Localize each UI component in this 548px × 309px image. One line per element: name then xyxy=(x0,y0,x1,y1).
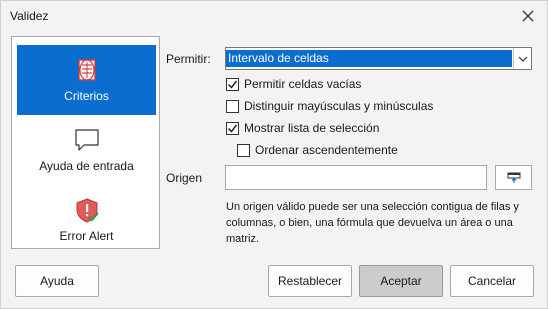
sort-ascending-label: Ordenar ascendentemente xyxy=(255,143,398,157)
allow-empty-checkbox[interactable]: Permitir celdas vacías xyxy=(226,77,361,91)
chevron-down-icon[interactable] xyxy=(513,48,531,69)
show-list-label: Mostrar lista de selección xyxy=(244,121,380,135)
error-shield-icon xyxy=(74,197,100,223)
criteria-list-icon xyxy=(74,57,100,83)
ok-button[interactable]: Aceptar xyxy=(359,265,443,297)
validity-dialog: Validez Criterios Ayuda de entrada Error… xyxy=(0,0,548,309)
source-input[interactable] xyxy=(225,165,487,190)
tab-error-alert[interactable]: Error Alert xyxy=(17,185,156,255)
window-title: Validez xyxy=(10,9,49,23)
allow-dropdown[interactable]: Intervalo de celdas xyxy=(225,47,532,70)
tab-error-alert-label: Error Alert xyxy=(59,229,114,243)
shrink-button[interactable] xyxy=(495,165,532,190)
allow-label: Permitir: xyxy=(166,52,211,66)
show-list-checkbox[interactable]: Mostrar lista de selección xyxy=(226,121,379,135)
close-button[interactable] xyxy=(517,6,539,26)
tab-criteria[interactable]: Criterios xyxy=(17,45,156,115)
tab-input-help[interactable]: Ayuda de entrada xyxy=(17,115,156,185)
checkbox-box[interactable] xyxy=(237,143,250,157)
checkbox-box[interactable] xyxy=(226,99,239,113)
source-help-text: Un origen válido puede ser una selección… xyxy=(226,201,519,245)
checkmark-icon xyxy=(227,124,238,133)
tab-input-help-label: Ayuda de entrada xyxy=(39,159,134,173)
case-sensitive-label: Distinguir mayúsculas y minúsculas xyxy=(244,99,434,113)
tab-criteria-label: Criterios xyxy=(64,89,109,103)
cancel-button[interactable]: Cancelar xyxy=(450,265,534,297)
title-bar: Validez xyxy=(1,1,547,31)
allow-empty-label: Permitir celdas vacías xyxy=(244,77,362,91)
close-icon xyxy=(522,10,534,22)
sort-ascending-checkbox[interactable]: Ordenar ascendentemente xyxy=(237,143,398,157)
source-label: Origen xyxy=(166,171,203,185)
checkbox-box[interactable] xyxy=(226,121,239,135)
allow-dropdown-value: Intervalo de celdas xyxy=(226,50,512,67)
reset-button[interactable]: Restablecer xyxy=(268,265,352,297)
help-button[interactable]: Ayuda xyxy=(15,265,99,297)
tab-list: Criterios Ayuda de entrada Error Alert xyxy=(11,36,160,249)
shrink-icon xyxy=(507,172,520,183)
case-sensitive-checkbox[interactable]: Distinguir mayúsculas y minúsculas xyxy=(226,99,433,113)
checkbox-box[interactable] xyxy=(226,77,239,91)
speech-bubble-icon xyxy=(74,127,100,153)
checkmark-icon xyxy=(227,80,238,89)
